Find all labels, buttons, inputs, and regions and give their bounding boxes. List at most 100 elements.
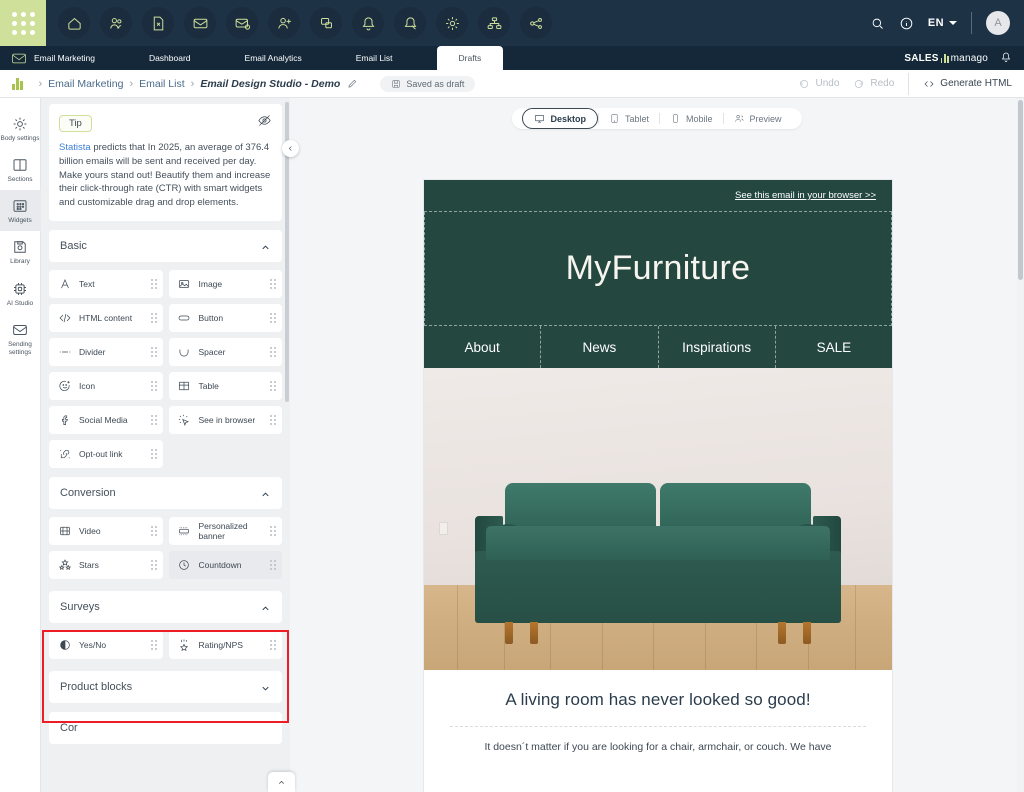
widget-table[interactable]: Table bbox=[168, 371, 282, 400]
widget-personalized-banner[interactable]: Personalized banner bbox=[168, 516, 282, 545]
mode-mobile[interactable]: Mobile bbox=[660, 108, 723, 129]
email-automation-icon[interactable] bbox=[226, 7, 258, 39]
notification-bell-icon[interactable] bbox=[1000, 51, 1012, 66]
widget-image[interactable]: Image bbox=[168, 269, 282, 298]
section-header-surveys[interactable]: Surveys bbox=[49, 590, 282, 623]
contacts-icon[interactable] bbox=[100, 7, 132, 39]
panel-collapse-button[interactable] bbox=[282, 140, 299, 157]
breadcrumb-item-email-marketing[interactable]: Email Marketing bbox=[48, 78, 123, 90]
campaign-icon[interactable] bbox=[394, 7, 426, 39]
drag-handle[interactable] bbox=[270, 559, 276, 570]
settings-icon[interactable] bbox=[436, 7, 468, 39]
drag-handle[interactable] bbox=[270, 380, 276, 391]
half-circle-icon bbox=[57, 637, 72, 652]
drag-handle[interactable] bbox=[150, 414, 157, 425]
tab-email-analytics[interactable]: Email Analytics bbox=[235, 46, 312, 70]
language-selector[interactable]: EN bbox=[928, 17, 957, 29]
section-header-product-blocks[interactable]: Product blocks bbox=[49, 670, 282, 703]
home-icon[interactable] bbox=[58, 7, 90, 39]
see-in-browser-link[interactable]: See this email in your browser >> bbox=[735, 190, 876, 201]
email-nav-news[interactable]: News bbox=[541, 326, 659, 368]
tab-drafts[interactable]: Drafts bbox=[436, 46, 504, 70]
sidebar-item-ai-studio[interactable]: AI Studio bbox=[0, 273, 41, 314]
workflow-icon[interactable] bbox=[478, 7, 510, 39]
automation-tree-icon[interactable] bbox=[520, 7, 552, 39]
drag-handle[interactable] bbox=[270, 414, 276, 425]
breadcrumb-item-email-list[interactable]: Email List bbox=[139, 78, 185, 90]
drag-handle[interactable] bbox=[150, 448, 157, 459]
sidebar-item-library[interactable]: Library bbox=[0, 231, 41, 272]
drag-handle[interactable] bbox=[150, 312, 157, 323]
canvas-scrollbar-thumb[interactable] bbox=[1018, 100, 1023, 280]
redo-button[interactable]: Redo bbox=[853, 78, 894, 90]
sidebar-label: Widgets bbox=[8, 217, 32, 225]
undo-label: Undo bbox=[815, 78, 840, 89]
widget-text[interactable]: Text bbox=[49, 269, 163, 298]
drag-handle[interactable] bbox=[270, 312, 276, 323]
sidebar-item-body-settings[interactable]: Body settings bbox=[0, 108, 41, 149]
email-nav-inspirations[interactable]: Inspirations bbox=[659, 326, 776, 368]
section-header-basic[interactable]: Basic bbox=[49, 229, 282, 262]
widget-countdown[interactable]: Countdown bbox=[168, 550, 282, 579]
widget-divider[interactable]: Divider bbox=[49, 337, 163, 366]
drag-handle[interactable] bbox=[150, 278, 157, 289]
widget-video[interactable]: Video bbox=[49, 516, 163, 545]
drag-handle[interactable] bbox=[270, 525, 276, 536]
widget-rating-nps[interactable]: Rating/NPS bbox=[168, 630, 282, 659]
sidebar-item-widgets[interactable]: Widgets bbox=[0, 190, 41, 232]
sidebar-item-sending-settings[interactable]: Sending settings bbox=[0, 314, 41, 363]
widget-label: Button bbox=[198, 312, 224, 323]
tab-dashboard[interactable]: Dashboard bbox=[139, 46, 201, 70]
drag-handle[interactable] bbox=[150, 346, 157, 357]
statista-link[interactable]: Statista bbox=[59, 142, 91, 153]
info-icon[interactable] bbox=[899, 16, 914, 31]
drag-handle[interactable] bbox=[270, 639, 276, 650]
content-icon[interactable] bbox=[142, 7, 174, 39]
generate-html-button[interactable]: Generate HTML bbox=[923, 78, 1012, 90]
eye-off-icon[interactable] bbox=[257, 113, 272, 133]
sidebar-item-sections[interactable]: Sections bbox=[0, 149, 41, 190]
email-logo-block[interactable]: MyFurniture bbox=[424, 212, 892, 326]
mode-tablet[interactable]: Tablet bbox=[599, 108, 659, 129]
email-hero-image[interactable] bbox=[424, 368, 892, 670]
edit-pencil-icon[interactable] bbox=[347, 78, 358, 89]
email-nav-about[interactable]: About bbox=[424, 326, 542, 368]
tab-email-list[interactable]: Email List bbox=[346, 46, 403, 70]
drag-handle[interactable] bbox=[270, 278, 276, 289]
section-header-conversion[interactable]: Conversion bbox=[49, 476, 282, 509]
widget-icon[interactable]: Icon bbox=[49, 371, 163, 400]
web-push-icon[interactable] bbox=[310, 7, 342, 39]
chevron-down-icon bbox=[949, 21, 957, 25]
avatar[interactable]: A bbox=[986, 11, 1010, 35]
email-headline[interactable]: A living room has never looked so good! bbox=[450, 690, 866, 710]
chip-icon bbox=[14, 282, 26, 295]
drag-handle[interactable] bbox=[150, 525, 157, 536]
undo-button[interactable]: Undo bbox=[798, 78, 839, 90]
widget-opt-out-link[interactable]: Opt-out link bbox=[49, 439, 163, 468]
widget-social-media[interactable]: Social Media bbox=[49, 405, 163, 434]
app-launcher-button[interactable] bbox=[0, 0, 46, 46]
section-header-next[interactable]: Cor bbox=[49, 711, 282, 744]
canvas-scrollbar-track[interactable] bbox=[1017, 98, 1024, 792]
widget-button[interactable]: Button bbox=[168, 303, 282, 332]
gear-icon bbox=[13, 117, 27, 131]
mobile-icon bbox=[673, 114, 678, 123]
panel-expand-bottom-button[interactable] bbox=[268, 772, 295, 792]
widget-html-content[interactable]: HTML content bbox=[49, 303, 163, 332]
drag-handle[interactable] bbox=[270, 346, 276, 357]
add-contact-icon[interactable] bbox=[268, 7, 300, 39]
mode-preview[interactable]: Preview bbox=[724, 108, 792, 129]
widget-spacer[interactable]: Spacer bbox=[168, 337, 282, 366]
email-icon[interactable] bbox=[184, 7, 216, 39]
drag-handle[interactable] bbox=[150, 639, 157, 650]
email-body-text[interactable]: It doesn´t matter if you are looking for… bbox=[450, 739, 866, 755]
drag-handle[interactable] bbox=[150, 559, 157, 570]
email-nav-sale[interactable]: SALE bbox=[776, 326, 892, 368]
widget-see-in-browser[interactable]: See in browser bbox=[168, 405, 282, 434]
widget-yes-no[interactable]: Yes/No bbox=[49, 630, 163, 659]
search-icon[interactable] bbox=[870, 16, 885, 31]
widget-stars[interactable]: Stars bbox=[49, 550, 163, 579]
drag-handle[interactable] bbox=[150, 380, 157, 391]
alerts-icon[interactable] bbox=[352, 7, 384, 39]
mode-desktop[interactable]: Desktop bbox=[522, 108, 598, 129]
